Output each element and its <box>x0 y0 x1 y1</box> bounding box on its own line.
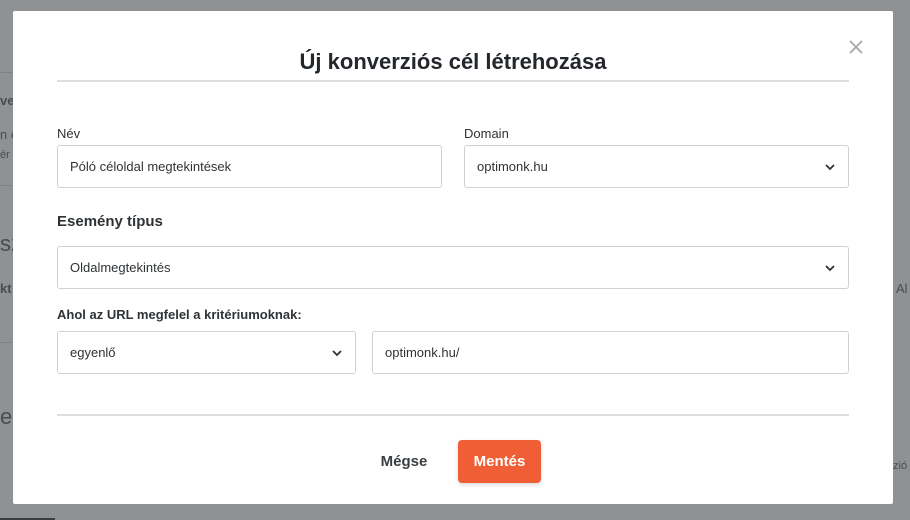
chevron-down-icon <box>825 264 835 271</box>
footer-divider <box>57 414 849 416</box>
event-type-select[interactable]: Oldalmegtekintés <box>57 246 849 289</box>
bg-divider <box>0 72 13 73</box>
cancel-button[interactable]: Mégse <box>369 441 439 481</box>
bg-text-fragment: Al <box>896 281 908 296</box>
bg-text-fragment: zió <box>893 460 908 472</box>
save-button[interactable]: Mentés <box>458 440 541 483</box>
chevron-down-icon <box>332 349 342 356</box>
url-criteria-label: Ahol az URL megfelel a kritériumoknak: <box>57 307 302 322</box>
name-input-value: Póló céloldal megtekintések <box>70 159 232 174</box>
domain-label: Domain <box>464 126 509 141</box>
close-icon[interactable] <box>849 40 863 54</box>
chevron-down-icon <box>825 163 835 170</box>
bg-text-fragment: ér <box>0 149 10 161</box>
create-conversion-goal-modal: Új konverziós cél létrehozása Név Póló c… <box>13 11 893 504</box>
event-type-select-value: Oldalmegtekintés <box>70 260 171 275</box>
name-label: Név <box>57 126 81 141</box>
bg-divider <box>0 342 13 343</box>
url-operator-select[interactable]: egyenlő <box>57 331 356 374</box>
event-type-label: Esemény típus <box>57 213 163 230</box>
name-input[interactable]: Póló céloldal megtekintések <box>57 145 442 188</box>
url-value-input-value: optimonk.hu/ <box>385 345 460 360</box>
header-divider <box>57 80 849 82</box>
bg-text-fragment: kt <box>0 281 12 296</box>
close-icon[interactable] <box>847 38 865 56</box>
domain-select[interactable]: optimonk.hu <box>464 145 849 188</box>
bg-divider <box>0 185 13 186</box>
url-value-input[interactable]: optimonk.hu/ <box>372 331 849 374</box>
url-operator-select-value: egyenlő <box>70 345 116 360</box>
domain-select-value: optimonk.hu <box>477 159 548 174</box>
modal-title: Új konverziós cél létrehozása <box>299 49 607 74</box>
